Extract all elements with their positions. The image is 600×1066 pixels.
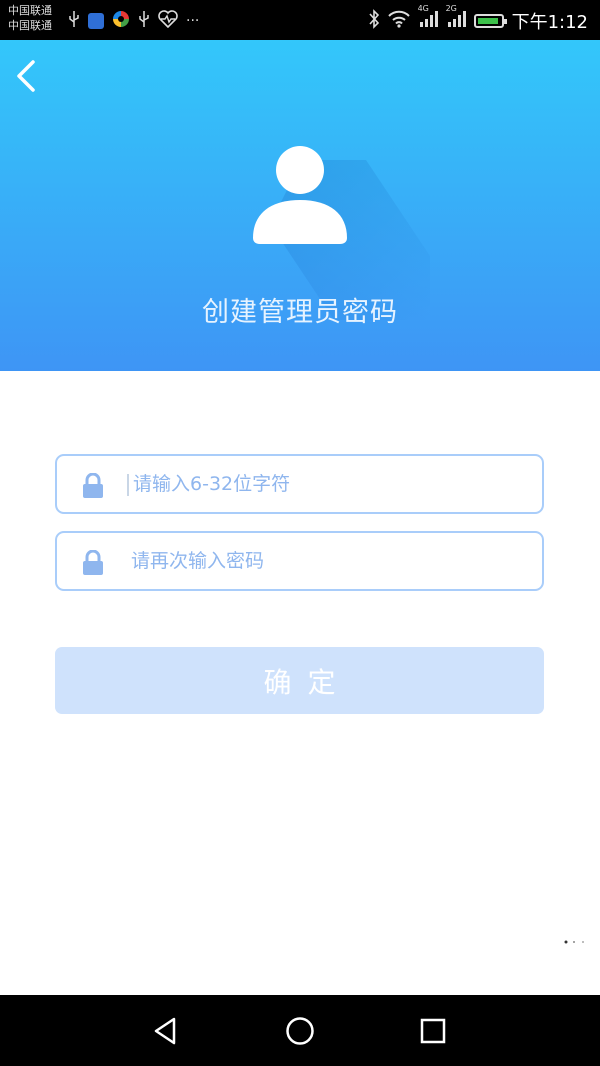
app-icon xyxy=(88,13,104,29)
network-type-1: 4G xyxy=(417,3,429,13)
status-bar: 中国联通 中国联通 ··· 4G 2G 下午1:12 xyxy=(0,0,600,40)
more-icon: ··· xyxy=(186,13,200,29)
clock: 下午1:12 xyxy=(511,12,588,33)
wifi-icon xyxy=(387,10,410,33)
usb-icon xyxy=(68,11,80,31)
signal-icon: 4G xyxy=(418,4,438,33)
confirm-button[interactable]: 确定 xyxy=(55,647,544,714)
header: 创建管理员密码 xyxy=(0,40,600,371)
confirm-password-input[interactable] xyxy=(127,533,531,589)
bluetooth-icon xyxy=(368,8,380,34)
home-circle-icon xyxy=(286,1017,314,1045)
confirm-password-input-row xyxy=(55,531,544,591)
navigation-bar xyxy=(0,995,600,1066)
nav-home-button[interactable] xyxy=(284,1015,316,1047)
back-button[interactable] xyxy=(8,56,48,96)
password-input-row xyxy=(55,454,544,514)
nav-recents-button[interactable] xyxy=(417,1015,449,1047)
carrier-2: 中国联通 xyxy=(8,19,52,32)
notification-icons: ··· xyxy=(68,10,199,32)
decorative-dots xyxy=(564,940,584,944)
password-input[interactable] xyxy=(127,456,533,512)
network-type-2: 2G xyxy=(445,3,457,13)
nav-back-button[interactable] xyxy=(150,1015,182,1047)
chevron-left-icon xyxy=(17,60,35,92)
page-title: 创建管理员密码 xyxy=(202,297,398,328)
lock-icon xyxy=(83,550,103,575)
avatar xyxy=(250,144,350,244)
user-icon xyxy=(253,146,347,244)
carrier-1: 中国联通 xyxy=(8,4,52,17)
password-form xyxy=(55,454,544,608)
system-status: 4G 2G 下午1:12 xyxy=(368,4,588,34)
heart-rate-icon xyxy=(158,10,178,32)
battery-icon xyxy=(473,14,507,28)
lock-icon xyxy=(83,473,103,498)
app-icon xyxy=(112,10,130,32)
back-triangle-icon xyxy=(154,1017,176,1045)
signal-icon: 2G xyxy=(446,4,466,33)
recents-square-icon xyxy=(420,1018,446,1044)
usb-icon xyxy=(138,11,150,31)
carrier-info: 中国联通 中国联通 xyxy=(8,3,52,33)
